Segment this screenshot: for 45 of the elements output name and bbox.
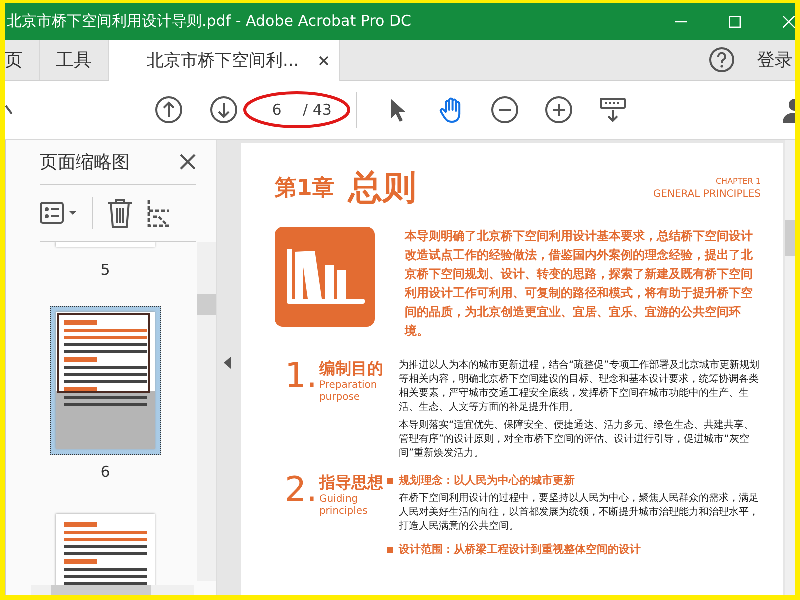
close-icon[interactable] — [319, 56, 330, 66]
section-number: 2. — [285, 473, 318, 512]
collapse-arrow-icon[interactable] — [224, 356, 231, 368]
section-subtitle: Guiding principles — [319, 494, 369, 518]
trash-icon[interactable] — [107, 198, 133, 228]
maximize-icon[interactable] — [729, 16, 741, 28]
panel-title: 页面缩略图 — [40, 151, 130, 174]
options-icon[interactable] — [40, 202, 78, 224]
horizontal-scrollbar[interactable] — [31, 585, 194, 595]
section-title: 指导思想 — [319, 473, 384, 494]
chapter-label: 第1章 — [275, 175, 334, 203]
bullet-square — [387, 478, 393, 484]
previous-page-icon[interactable] — [155, 96, 183, 124]
bookshelf-icon — [275, 227, 375, 327]
section-number: 1. — [285, 359, 318, 398]
window-title: 北京市桥下空间利用设计导则.pdf - Adobe Acrobat Pro DC — [6, 12, 412, 31]
tab[interactable]: 页 — [5, 40, 40, 80]
page-number-field[interactable]: 6 — [259, 101, 295, 119]
page-number-label: 5 — [100, 261, 110, 279]
keyboard-icon[interactable] — [598, 96, 627, 124]
page-count: / 43 — [303, 101, 332, 119]
chapter-subtitle: GENERAL PRINCIPLES — [653, 188, 761, 200]
page-thumbnail[interactable] — [50, 306, 161, 455]
next-page-icon[interactable] — [210, 96, 238, 124]
body-paragraph: 在桥下空间利用设计的过程中，要坚持以人民为中心，聚焦人民群众的需求，满足人民对美好生活的向往，以首都发展为统领，不断提升城市治理能力和治理水平，打造人民满意的公共空间。 — [399, 492, 760, 534]
intro-paragraph: 本导则明确了北京桥下空间利用设计基本要求，总结桥下空间设计改造试点工作的经验做法，借鉴国内外案例的理念经验，提出了北京桥下空间规划、设计、转变的思路，探索了新建及既有桥下空间利用设计工作可利用、可复制的路径和模式，将有助于提升桥下空间的品质，为北京创造更宜业、宜居、宜乐、宜游的公共空间环境。 — [405, 228, 754, 340]
body-paragraph: 本导则落实“适宜优先、保障安全、便捷通达、活力多元、绿色生态、共建共享、管理有序”的设计原则，对全市桥下空间的评估、设计进行引导，促进城市“灰空间”重新焕发活力。 — [399, 419, 756, 461]
vertical-scrollbar[interactable] — [197, 242, 216, 581]
vertical-scrollbar[interactable] — [785, 140, 795, 595]
chapter-number: CHAPTER 1 — [716, 176, 761, 186]
item-heading: 设计范围：从桥梁工程设计到重视整体空间的设计 — [399, 542, 641, 557]
tab[interactable]: 北京市桥下空间利... — [109, 40, 340, 81]
item-heading: 规划理念：以人民为中心的城市更新 — [399, 473, 575, 488]
person-icon[interactable] — [783, 97, 795, 123]
body-paragraph: 为推进以人为本的城市更新进程，结合“疏整促”专项工作部署及北京城市更新规划等相关内容，明确北京桥下空间建设的目标、理念和基本设计要求，统筹协调各类相关要素，严守城市交通工程安全底线，发挥桥下空间在城市功能中的生产、生活、生态、人文等方面的补足提升作用。 — [399, 359, 760, 415]
section-title: 编制目的 — [319, 359, 384, 380]
zoom-in-icon[interactable] — [544, 96, 573, 124]
zoom-out-icon[interactable] — [490, 96, 519, 124]
sign-in-link[interactable]: 登录 — [757, 48, 793, 72]
section-subtitle: Preparation purpose — [319, 380, 378, 404]
help-icon[interactable] — [709, 47, 735, 73]
page-number-label: 6 — [100, 463, 110, 481]
close-icon[interactable] — [180, 154, 196, 170]
chapter-title: 总则 — [348, 167, 418, 210]
bullet-square — [387, 546, 393, 552]
